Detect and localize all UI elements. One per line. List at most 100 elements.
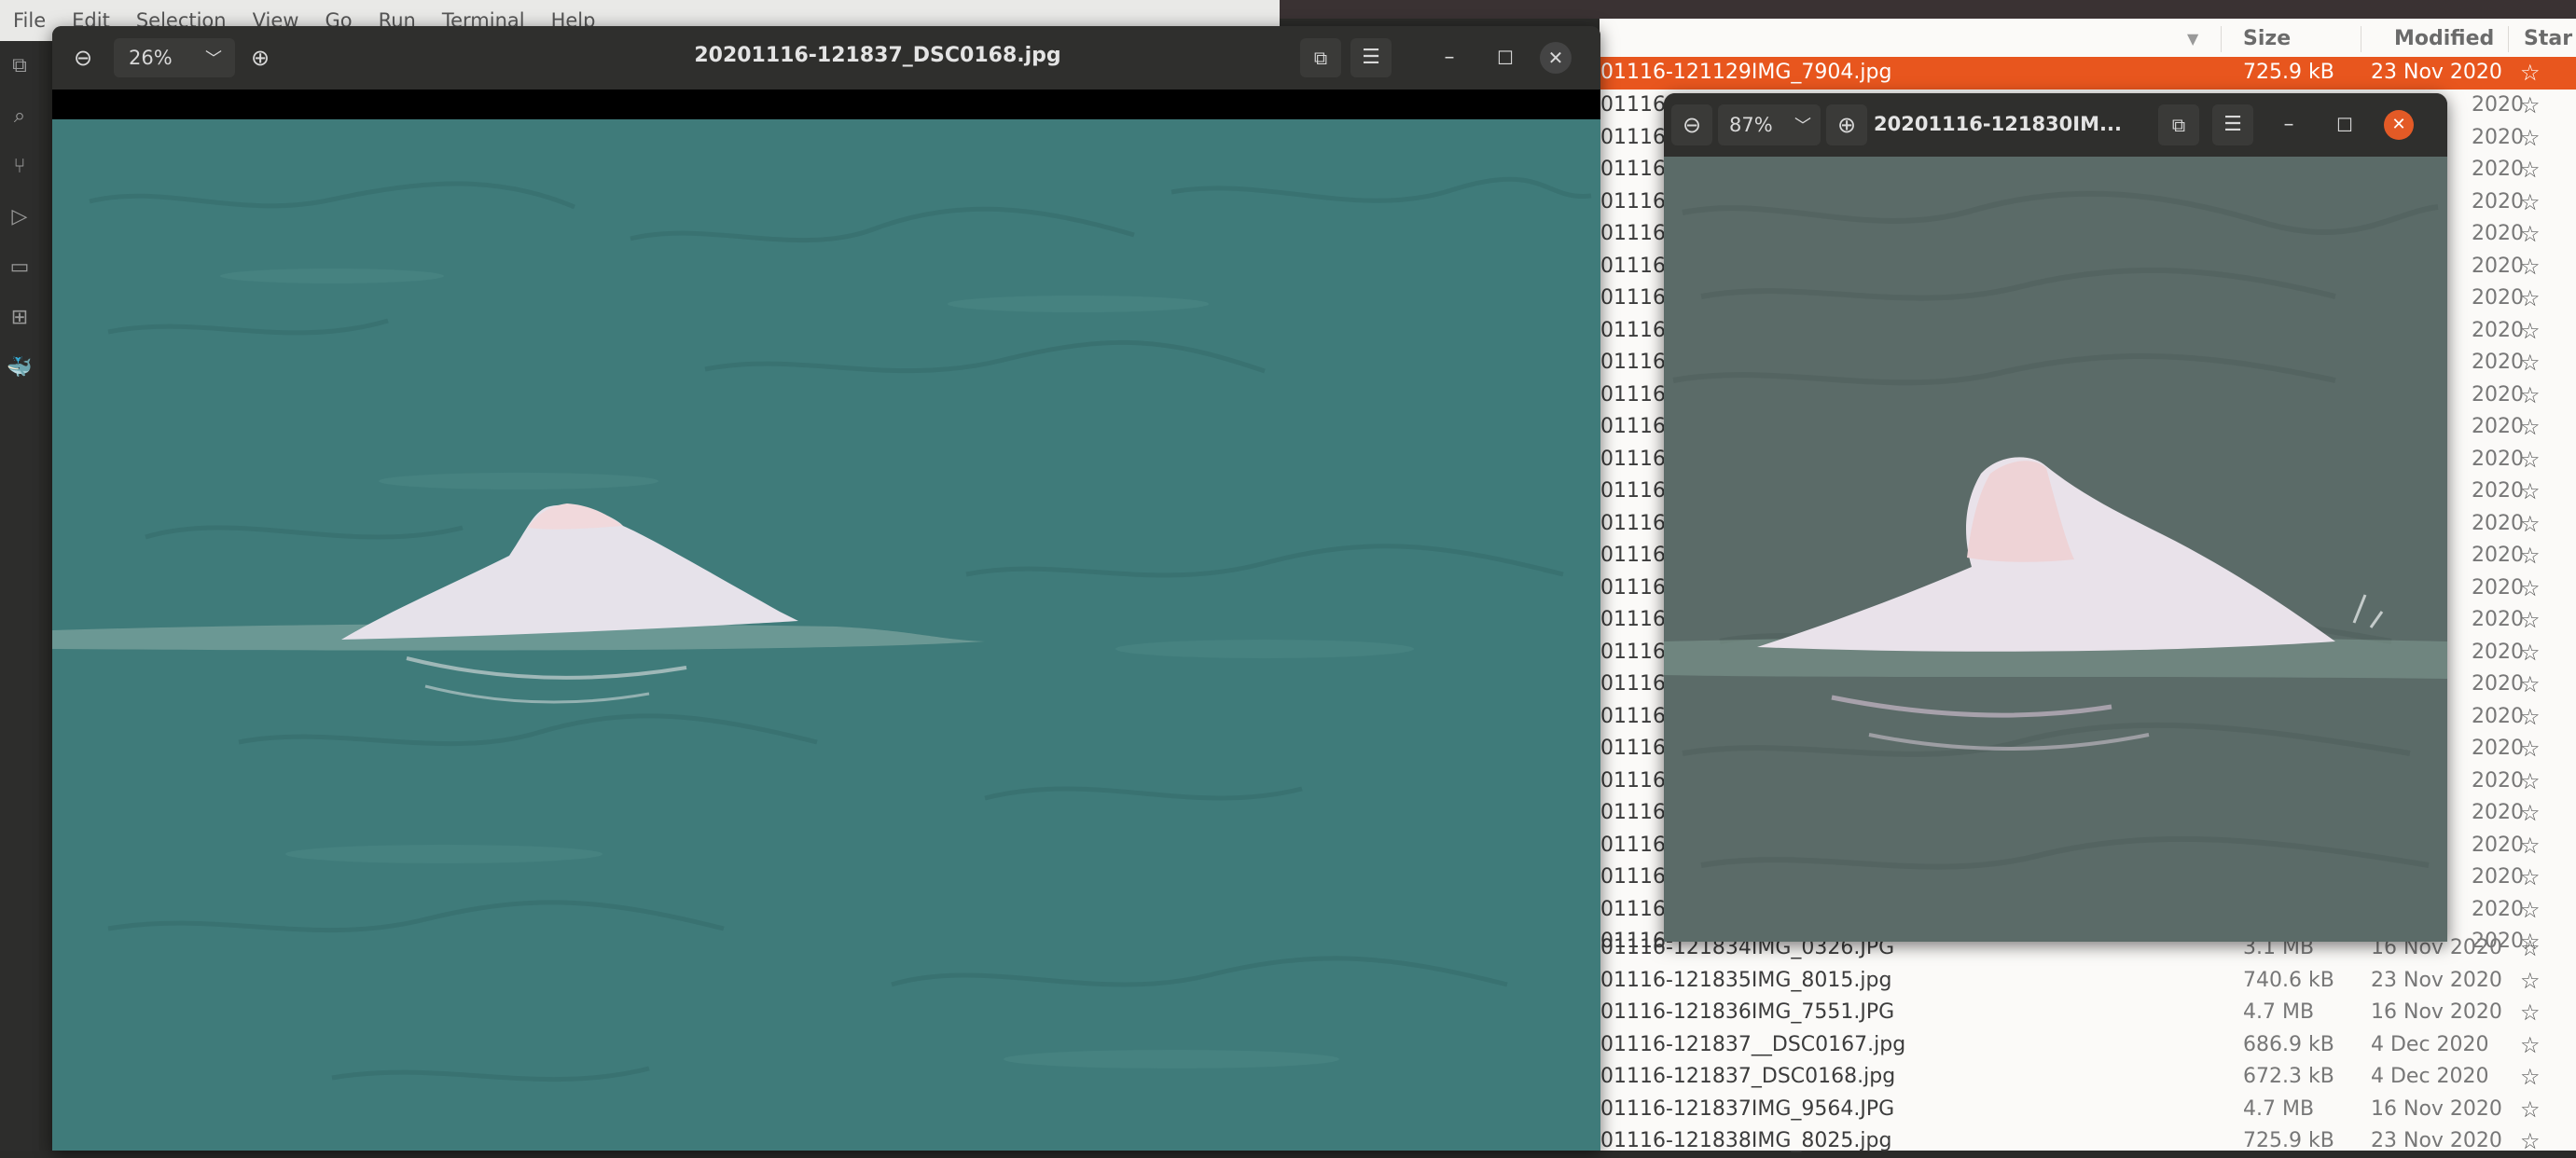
viewer-title: 20201116-121837_DSC0168.jpg xyxy=(694,44,1061,67)
star-icon[interactable]: ☆ xyxy=(2520,572,2541,605)
file-size: 4.7 MB xyxy=(2243,1096,2315,1121)
star-icon[interactable]: ☆ xyxy=(2520,797,2541,830)
file-modified: 2020 xyxy=(2472,833,2524,857)
file-modified: 2020 xyxy=(2472,479,2524,503)
star-icon[interactable]: ☆ xyxy=(2520,701,2541,734)
star-icon[interactable]: ☆ xyxy=(2520,932,2541,965)
source-control-icon[interactable]: ⑂ xyxy=(6,153,34,181)
star-icon[interactable]: ☆ xyxy=(2520,997,2541,1029)
column-modified[interactable]: Modified xyxy=(2394,19,2494,60)
star-icon[interactable]: ☆ xyxy=(2520,1094,2541,1126)
chevron-down-icon: ﹀ xyxy=(205,49,222,69)
star-icon[interactable]: ☆ xyxy=(2520,347,2541,379)
star-icon[interactable]: ☆ xyxy=(2520,540,2541,572)
file-name: 01116- xyxy=(1600,351,1673,374)
file-name: 01116- xyxy=(1600,447,1673,471)
run-debug-icon[interactable]: ▷ xyxy=(6,203,34,231)
file-name: 01116- xyxy=(1600,897,1673,921)
star-icon[interactable]: ☆ xyxy=(2520,733,2541,765)
star-icon[interactable]: ☆ xyxy=(2520,251,2541,283)
file-modified: 2020 xyxy=(2472,286,2524,310)
image-viewer-window[interactable]: ⊖ 26% ﹀ ⊕ 20201116-121837_DSC0168.jpg ⧉ … xyxy=(52,26,1600,1151)
file-name: 01116-121835IMG_8015.jpg xyxy=(1600,968,1892,992)
minimize-icon[interactable]: – xyxy=(2268,104,2309,145)
file-name: 01116- xyxy=(1600,189,1673,214)
menu-icon[interactable]: ☰ xyxy=(1350,38,1392,77)
star-icon[interactable]: ☆ xyxy=(2520,218,2541,251)
star-icon[interactable]: ☆ xyxy=(2520,1125,2541,1158)
star-icon[interactable]: ☆ xyxy=(2520,283,2541,315)
file-name: 01116- xyxy=(1600,608,1673,631)
remote-explorer-icon[interactable]: ▭ xyxy=(6,254,34,282)
file-modified: 23 Nov 2020 xyxy=(2371,61,2502,84)
star-icon[interactable]: ☆ xyxy=(2520,444,2541,476)
file-name: 01116- xyxy=(1600,672,1673,696)
column-star[interactable]: Star xyxy=(2524,19,2572,60)
zoom-out-icon[interactable]: ⊖ xyxy=(63,38,103,77)
file-size: 725.9 kB xyxy=(2243,1129,2334,1152)
docker-icon[interactable]: 🐳 xyxy=(6,354,34,382)
file-size: 672.3 kB xyxy=(2243,1065,2334,1088)
file-row[interactable]: 01116-121836IMG_7551.JPG 4.7 MB 16 Nov 202… xyxy=(1600,997,2576,1029)
star-icon[interactable]: ☆ xyxy=(2520,90,2541,122)
star-icon[interactable]: ☆ xyxy=(2520,411,2541,444)
file-row[interactable]: 01116-121835IMG_8015.jpg 740.6 kB 23 Nov 2… xyxy=(1600,965,2576,998)
file-modified: 16 Nov 2020 xyxy=(2371,1096,2502,1121)
star-icon[interactable]: ☆ xyxy=(2520,765,2541,798)
column-size[interactable]: Size xyxy=(2243,19,2291,60)
star-icon[interactable]: ☆ xyxy=(2520,476,2541,508)
file-row[interactable]: 01116-121837_DSC0168.jpg 672.3 kB 4 Dec 20… xyxy=(1600,1061,2576,1094)
gallery-icon[interactable]: ⧉ xyxy=(2158,104,2199,145)
star-icon[interactable]: ☆ xyxy=(2520,379,2541,412)
zoom-out-icon[interactable]: ⊖ xyxy=(1671,104,1712,145)
file-name: 01116- xyxy=(1600,544,1673,567)
extensions-icon[interactable]: ⊞ xyxy=(6,304,34,332)
file-name: 01116- xyxy=(1600,125,1673,149)
file-name: 01116- xyxy=(1600,286,1673,310)
file-name: 01116-121836IMG_7551.JPG xyxy=(1600,1000,1895,1024)
zoom-level-dropdown[interactable]: 26% ﹀ xyxy=(114,38,235,77)
search-icon[interactable]: ⌕ xyxy=(6,103,34,131)
zoom-in-icon[interactable]: ⊕ xyxy=(1826,104,1867,145)
maximize-icon[interactable]: ☐ xyxy=(1485,38,1526,77)
star-icon[interactable]: ☆ xyxy=(2520,315,2541,348)
image-viewer-window-2[interactable]: ⊖ 87% ﹀ ⊕ 20201116-121830IM... ⧉ ☰ – ☐ ✕ xyxy=(1664,93,2447,942)
gallery-icon[interactable]: ⧉ xyxy=(1300,38,1341,77)
file-name: 01116- xyxy=(1600,93,1673,117)
file-name: 01116- xyxy=(1600,801,1673,824)
star-icon[interactable]: ☆ xyxy=(2520,830,2541,862)
star-icon[interactable]: ☆ xyxy=(2520,894,2541,927)
maximize-icon[interactable]: ☐ xyxy=(2324,104,2365,145)
star-icon[interactable]: ☆ xyxy=(2520,862,2541,894)
file-row-selected[interactable]: 01116-121129IMG_7904.jpg 725.9 kB 23 Nov… xyxy=(1600,57,2576,90)
close-icon[interactable]: ✕ xyxy=(2384,110,2414,140)
zoom-in-icon[interactable]: ⊕ xyxy=(241,38,280,77)
file-list-header: ▼ Size Modified Star xyxy=(1600,19,2576,61)
star-icon[interactable]: ☆ xyxy=(2520,154,2541,186)
star-icon[interactable]: ☆ xyxy=(2520,122,2541,155)
star-icon[interactable]: ☆ xyxy=(2520,669,2541,701)
file-row[interactable]: 01116-121838IMG_8025.jpg 725.9 kB 23 Nov 2… xyxy=(1600,1125,2576,1158)
explorer-icon[interactable]: ⧉ xyxy=(6,52,34,80)
file-row[interactable]: 01116-121837__DSC0167.jpg 686.9 kB 4 Dec 2… xyxy=(1600,1029,2576,1062)
minimize-icon[interactable]: – xyxy=(1429,38,1470,77)
zoom-level-dropdown[interactable]: 87% ﹀ xyxy=(1718,104,1821,145)
star-icon[interactable]: ☆ xyxy=(2520,1061,2541,1094)
close-icon[interactable]: ✕ xyxy=(1540,42,1572,74)
file-name: 01116- xyxy=(1600,768,1673,793)
sort-chevron-icon[interactable]: ▼ xyxy=(2187,19,2198,60)
star-icon[interactable]: ☆ xyxy=(2520,1029,2541,1062)
star-icon[interactable]: ☆ xyxy=(2520,965,2541,998)
star-icon[interactable]: ☆ xyxy=(2520,57,2541,90)
star-icon[interactable]: ☆ xyxy=(2520,604,2541,637)
menu-icon[interactable]: ☰ xyxy=(2212,104,2253,145)
star-icon[interactable]: ☆ xyxy=(2520,186,2541,219)
file-modified: 2020 xyxy=(2472,768,2524,793)
menu-file[interactable]: File xyxy=(0,9,59,32)
star-icon[interactable]: ☆ xyxy=(2520,637,2541,669)
file-size: 686.9 kB xyxy=(2243,1032,2334,1056)
file-row[interactable]: 01116-121837IMG_9564.JPG 4.7 MB 16 Nov 202… xyxy=(1600,1094,2576,1126)
file-name: 01116- xyxy=(1600,640,1673,664)
file-name: 01116-121129IMG_7904.jpg xyxy=(1600,61,1892,84)
star-icon[interactable]: ☆ xyxy=(2520,508,2541,541)
